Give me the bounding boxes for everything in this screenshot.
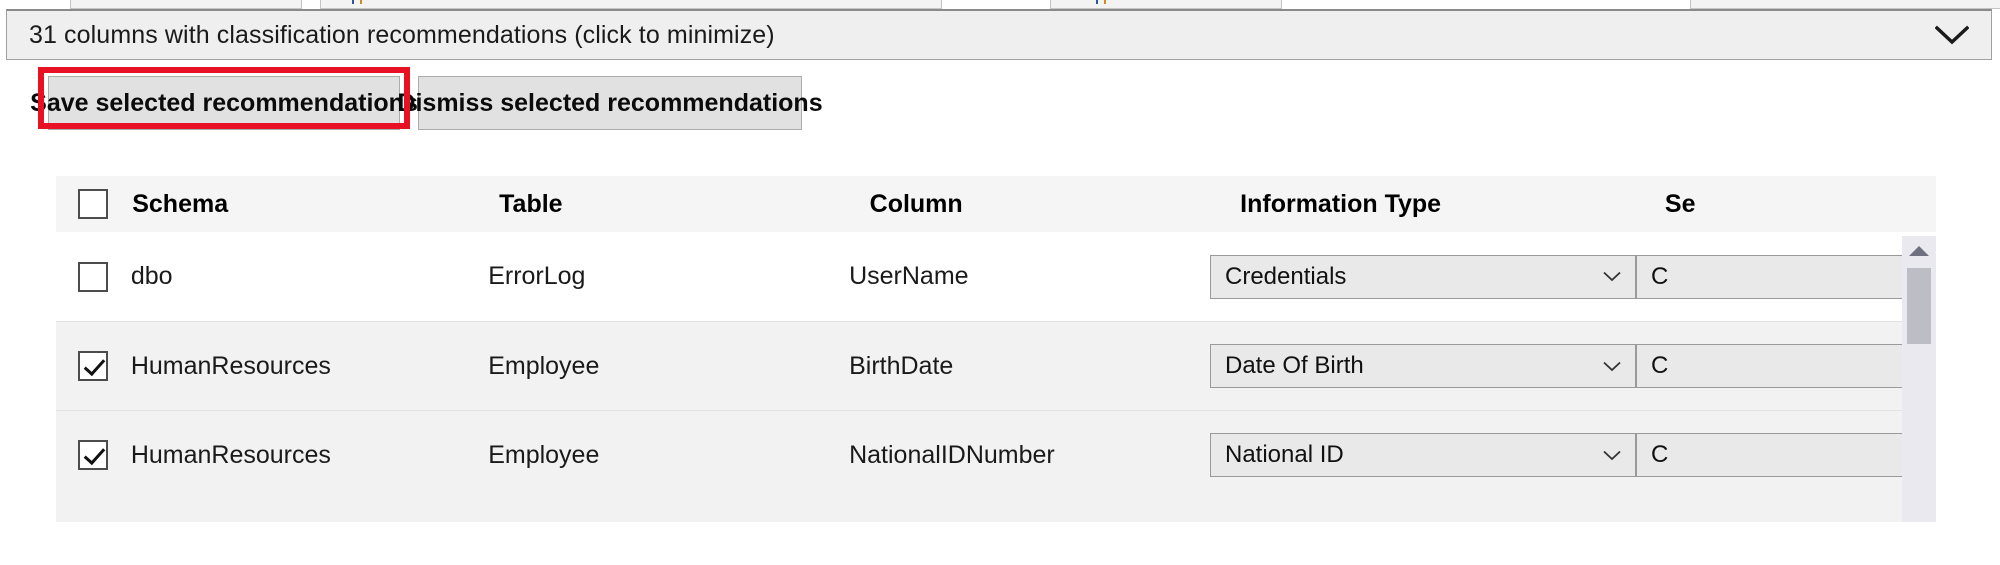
sensitivity-label-value: C — [1651, 263, 1668, 291]
row-checkbox[interactable] — [78, 351, 108, 381]
cell-sensitivity-label: C — [1636, 433, 1936, 477]
column-header-table[interactable]: Table — [499, 190, 870, 219]
cell-column: BirthDate — [849, 352, 1210, 381]
row-select-cell — [56, 440, 131, 470]
cell-column: NationalIDNumber — [849, 441, 1210, 470]
select-all-checkbox[interactable] — [78, 189, 108, 219]
recommendations-banner-label: 31 columns with classification recommend… — [29, 21, 775, 50]
column-header-column[interactable]: Column — [870, 190, 1241, 219]
cell-column: UserName — [849, 262, 1210, 291]
column-header-sensitivity-label[interactable]: Se — [1665, 190, 1936, 219]
clipped-glyph-4 — [1104, 0, 1106, 4]
sensitivity-label-value: C — [1651, 441, 1668, 469]
select-all-header-cell — [56, 189, 132, 219]
recommendations-banner[interactable]: 31 columns with classification recommend… — [6, 9, 1992, 60]
dismiss-selected-recommendations-button[interactable]: Dismiss selected recommendations — [418, 76, 802, 130]
table-bottom-padding — [56, 480, 1936, 522]
clipped-control-1 — [70, 0, 302, 9]
clipped-control-4 — [1690, 0, 2000, 9]
clipped-control-2 — [320, 0, 942, 9]
save-selected-recommendations-button[interactable]: Save selected recommendations — [48, 76, 400, 130]
scrollbar-track-continuation — [1902, 480, 1936, 522]
column-header-schema[interactable]: Schema — [132, 190, 499, 219]
clipped-control-3 — [1050, 0, 1282, 9]
information-type-value: Date Of Birth — [1225, 352, 1364, 380]
table-vertical-scrollbar[interactable] — [1902, 236, 1936, 492]
cell-sensitivity-label: C — [1636, 255, 1936, 299]
row-select-cell — [56, 262, 131, 292]
cell-table: Employee — [488, 352, 849, 381]
cell-information-type: Date Of Birth — [1210, 344, 1636, 388]
row-select-cell — [56, 351, 131, 381]
triangle-up-icon[interactable] — [1902, 240, 1936, 262]
chevron-down-icon[interactable] — [1603, 446, 1621, 464]
column-header-information-type[interactable]: Information Type — [1240, 190, 1665, 219]
clipped-glyph-1 — [352, 0, 354, 4]
sensitivity-label-dropdown[interactable]: C — [1636, 344, 1936, 388]
information-type-dropdown[interactable]: Credentials — [1210, 255, 1636, 299]
table-row[interactable]: dbo ErrorLog UserName Credentials C — [56, 232, 1936, 321]
recommendations-table: Schema Table Column Information Type Se … — [56, 176, 1936, 499]
cell-table: ErrorLog — [488, 262, 849, 291]
scrollbar-thumb[interactable] — [1907, 268, 1931, 344]
information-type-dropdown[interactable]: National ID — [1210, 433, 1636, 477]
chevron-down-icon[interactable] — [1935, 18, 1969, 52]
cell-table: Employee — [488, 441, 849, 470]
table-row[interactable]: HumanResources Employee BirthDate Date O… — [56, 321, 1936, 410]
clipped-glyph-3 — [1096, 0, 1098, 4]
information-type-value: Credentials — [1225, 263, 1346, 291]
sensitivity-label-dropdown[interactable]: C — [1636, 433, 1936, 477]
sensitivity-label-dropdown[interactable]: C — [1636, 255, 1936, 299]
information-type-dropdown[interactable]: Date Of Birth — [1210, 344, 1636, 388]
chevron-down-icon[interactable] — [1603, 357, 1621, 375]
cell-schema: HumanResources — [131, 352, 488, 381]
cell-information-type: National ID — [1210, 433, 1636, 477]
cell-schema: dbo — [131, 262, 488, 291]
table-header-row: Schema Table Column Information Type Se — [56, 176, 1936, 232]
chevron-down-icon[interactable] — [1603, 268, 1621, 286]
recommendations-actions: Save selected recommendations Dismiss se… — [0, 76, 2000, 130]
clipped-glyph-2 — [360, 0, 362, 4]
clipped-toolbar-above — [0, 0, 2000, 9]
cell-sensitivity-label: C — [1636, 344, 1936, 388]
cell-information-type: Credentials — [1210, 255, 1636, 299]
row-checkbox[interactable] — [78, 440, 108, 470]
row-checkbox[interactable] — [78, 262, 108, 292]
sensitivity-label-value: C — [1651, 352, 1668, 380]
cell-schema: HumanResources — [131, 441, 488, 470]
information-type-value: National ID — [1225, 441, 1344, 469]
